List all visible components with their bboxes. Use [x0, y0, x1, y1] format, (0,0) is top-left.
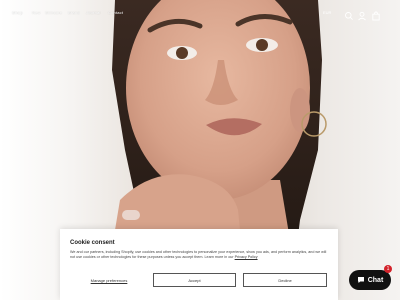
- nav-link-contact[interactable]: Contact: [108, 10, 123, 15]
- nav-link-skincare[interactable]: Skincare: [45, 10, 62, 15]
- nav-link-new[interactable]: New: [32, 10, 41, 15]
- chat-label: Chat: [367, 276, 384, 284]
- decline-button[interactable]: Decline: [243, 273, 327, 287]
- chat-notification-badge: 1: [384, 265, 392, 273]
- chat-bubble-icon: [357, 271, 365, 289]
- user-icon[interactable]: [357, 8, 367, 21]
- nav-link-brand[interactable]: Brand: [68, 10, 80, 15]
- privacy-policy-link[interactable]: Privacy Policy: [235, 255, 258, 259]
- cookie-consent-dialog: Cookie consent We and our partners, incl…: [60, 229, 338, 300]
- currency-selector[interactable]: EUR: [323, 10, 331, 15]
- nav-link-shop[interactable]: Shop: [12, 10, 23, 15]
- ear-shape: [290, 88, 310, 132]
- bag-icon[interactable]: [371, 8, 381, 21]
- nav-link-journal[interactable]: Journal: [86, 10, 101, 15]
- cookie-description: We and our partners, including Shopify, …: [70, 250, 328, 259]
- top-navigation: Shop New Skincare Brand Journal Contact …: [0, 0, 400, 28]
- chat-button[interactable]: Chat: [349, 270, 391, 290]
- fingernail-shape: [122, 210, 140, 220]
- manage-preferences-button[interactable]: Manage preferences: [70, 273, 148, 287]
- search-icon[interactable]: [344, 8, 354, 20]
- cookie-body-text: We and our partners, including Shopify, …: [70, 250, 327, 259]
- accept-button[interactable]: Accept: [153, 273, 236, 287]
- cookie-title: Cookie consent: [70, 240, 115, 246]
